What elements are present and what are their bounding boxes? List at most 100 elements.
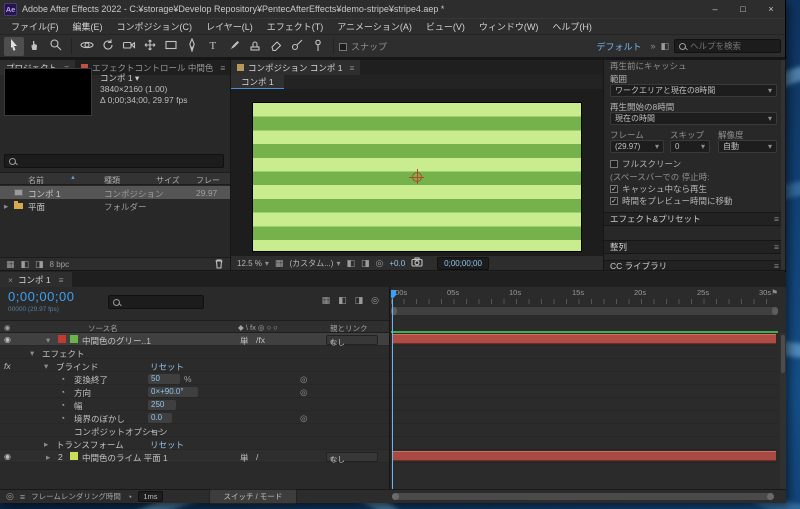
- composition-viewer[interactable]: [231, 89, 603, 255]
- column-type[interactable]: 種類: [104, 175, 120, 186]
- expand-icon[interactable]: ▸: [4, 201, 8, 212]
- tab-composition[interactable]: コンポジション コンポ 1 ≡: [231, 60, 360, 75]
- project-bpc[interactable]: 8 bpc: [50, 260, 70, 269]
- preview-skip-dropdown[interactable]: 0▾: [670, 140, 710, 153]
- puppet-pin-tool[interactable]: [308, 37, 328, 56]
- timeline-tab-comp1[interactable]: × コンポ 1 ≡: [0, 272, 72, 287]
- comp-marker-icon[interactable]: ⚑: [771, 288, 778, 297]
- pan-behind-tool[interactable]: [140, 37, 160, 56]
- zoom-level-dropdown[interactable]: 12.5 %▾: [237, 259, 269, 268]
- track-row[interactable]: [391, 411, 778, 424]
- resolution-dropdown[interactable]: (カスタム...)▾: [289, 258, 340, 269]
- scrollbar-thumb[interactable]: [781, 335, 785, 373]
- roto-brush-tool[interactable]: [287, 37, 307, 56]
- menu-window[interactable]: ウィンドウ(W): [472, 20, 546, 33]
- track-row[interactable]: [391, 372, 778, 385]
- fullscreen-checkbox[interactable]: フルスクリーン: [610, 158, 681, 170]
- prop-transition-row[interactable]: ◔ 変換終了 50 % ◎: [0, 372, 389, 385]
- exposure-value[interactable]: +0.0: [389, 259, 405, 268]
- stopwatch-icon[interactable]: ◔: [60, 374, 65, 384]
- layer-duration-bar[interactable]: [392, 451, 776, 461]
- column-size[interactable]: サイズ: [156, 175, 180, 186]
- track-row-layer-1[interactable]: [391, 333, 778, 346]
- eraser-tool[interactable]: [266, 37, 286, 56]
- layer-name[interactable]: 中間色のライム 平面 1: [82, 452, 168, 464]
- quality-switch[interactable]: 単: [240, 452, 249, 464]
- clone-stamp-tool[interactable]: [245, 37, 265, 56]
- composition-mini-flowchart-icon[interactable]: ▦: [322, 295, 331, 306]
- timeline-search[interactable]: [108, 295, 204, 309]
- snapshot-camera-icon[interactable]: [411, 257, 423, 269]
- menu-view[interactable]: ビュー(V): [419, 20, 472, 33]
- timeline-search-input[interactable]: [124, 297, 194, 307]
- eye-icon[interactable]: ◉: [4, 452, 11, 461]
- brush-tool[interactable]: [224, 37, 244, 56]
- column-name[interactable]: 名前: [28, 175, 44, 186]
- cache-play-checkbox[interactable]: ✓キャッシュ中なら再生: [610, 183, 707, 195]
- menu-composition[interactable]: コンポジション(C): [110, 20, 200, 33]
- pickwhip-icon[interactable]: ◎: [300, 387, 307, 398]
- camera-tool[interactable]: [119, 37, 139, 56]
- prop-feather-row[interactable]: ◔ 境界のぼかし 0.0 ◎: [0, 411, 389, 424]
- blind-effect-row[interactable]: fx ▾ ブラインド リセット: [0, 359, 389, 372]
- fx-badge-icon[interactable]: fx: [4, 361, 11, 371]
- collapse-icon[interactable]: ▾: [44, 361, 48, 372]
- stopwatch-icon[interactable]: ◔: [60, 413, 65, 423]
- fx-switch[interactable]: /: [256, 452, 258, 462]
- preview-scrollbar[interactable]: [781, 60, 785, 270]
- project-search-input[interactable]: [20, 156, 106, 166]
- column-switches[interactable]: ◆ \ fx ◎ ○ ○: [238, 323, 278, 332]
- pickwhip-icon[interactable]: ◎: [300, 374, 307, 385]
- stopwatch-icon[interactable]: ◔: [60, 400, 65, 410]
- timeline-zoom-navigator[interactable]: [392, 493, 774, 500]
- timeline-ruler[interactable]: :00s 05s 10s 15s 20s 25s 30s ⚑: [391, 287, 778, 306]
- collapse-icon[interactable]: ▾: [30, 348, 34, 359]
- layer-row-2[interactable]: ◉ ▸ 2 中間色のライム 平面 1 単 / なし▾: [0, 450, 389, 463]
- safe-zones-icon[interactable]: ▦: [275, 258, 284, 269]
- panel-menu-icon[interactable]: ≡: [774, 242, 779, 252]
- label-color-chip[interactable]: [58, 335, 66, 343]
- parent-dropdown[interactable]: なし▾: [326, 452, 378, 462]
- composition-image[interactable]: [252, 102, 582, 252]
- menu-animation[interactable]: アニメーション(A): [330, 20, 419, 33]
- prop-value[interactable]: 50: [148, 374, 180, 384]
- rotation-tool[interactable]: [98, 37, 118, 56]
- orbit-camera-tool[interactable]: [77, 37, 97, 56]
- maximize-button[interactable]: □: [729, 0, 757, 18]
- panel-menu-icon[interactable]: ≡: [774, 214, 779, 224]
- prop-direction-row[interactable]: ◔ 方向 0×+90.0° ◎: [0, 385, 389, 398]
- zoom-tool[interactable]: [46, 37, 66, 56]
- timeline-vertical-scrollbar[interactable]: [780, 333, 786, 489]
- anchor-point-target[interactable]: [412, 172, 422, 182]
- pen-tool[interactable]: [182, 37, 202, 56]
- selection-tool[interactable]: [4, 37, 24, 56]
- region-of-interest-icon[interactable]: ◧: [346, 258, 355, 269]
- current-time-indicator[interactable]: [392, 299, 393, 489]
- tab-effect-controls[interactable]: エフェクトコントロール 中間色 ≡: [75, 60, 230, 75]
- minimize-button[interactable]: –: [701, 0, 729, 18]
- parent-dropdown[interactable]: なし▾: [326, 335, 378, 345]
- prop-value[interactable]: 250: [148, 400, 176, 410]
- transform-row[interactable]: ▸ トランスフォーム リセット: [0, 437, 389, 450]
- move-time-checkbox[interactable]: ✓時間をプレビュー時間に移動: [610, 195, 733, 207]
- project-row-folder[interactable]: ▸ 平面 フォルダー: [0, 199, 230, 212]
- preview-start-dropdown[interactable]: 現在の時間▾: [610, 112, 777, 125]
- prop-value[interactable]: 0.0: [148, 413, 172, 423]
- preview-framerate-dropdown[interactable]: (29.97)▾: [610, 140, 664, 153]
- composite-options-row[interactable]: コンポジットオプション + −: [0, 424, 389, 437]
- work-area-bar[interactable]: [391, 307, 778, 315]
- track-row[interactable]: [391, 398, 778, 411]
- new-folder-icon[interactable]: ◧: [21, 259, 30, 270]
- timeline-current-time[interactable]: 0;00;00;00: [8, 289, 74, 304]
- menu-file[interactable]: ファイル(F): [4, 20, 66, 33]
- menu-effect[interactable]: エフェクト(T): [260, 20, 331, 33]
- menu-layer[interactable]: レイヤー(L): [199, 20, 260, 33]
- preview-resolution-dropdown[interactable]: 自動▾: [718, 140, 777, 153]
- layer-row-1[interactable]: ◉ ▾ 中間色のグリー..1 単 /fx なし▾: [0, 333, 389, 346]
- switches-modes-button[interactable]: スイッチ / モード: [209, 489, 298, 504]
- share-icon[interactable]: ◧: [660, 41, 669, 52]
- draft-3d-icon[interactable]: ◧: [338, 295, 347, 306]
- prop-width-row[interactable]: ◔ 幅 250: [0, 398, 389, 411]
- panel-menu-icon[interactable]: ≡: [59, 275, 64, 285]
- eye-icon[interactable]: ◉: [4, 335, 11, 344]
